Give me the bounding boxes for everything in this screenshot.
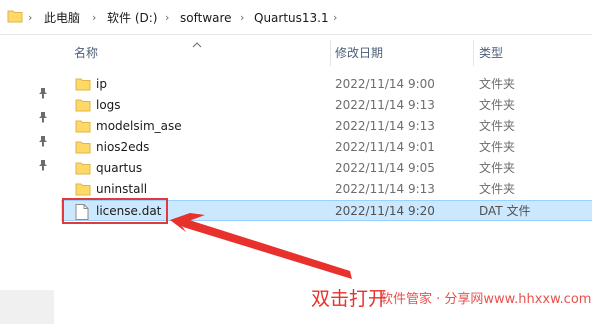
- annotation-caption: 双击打开: [311, 288, 388, 310]
- watermark: 软件管家 · 分享网www.hhxxw.com: [380, 292, 592, 307]
- annotation-arrow: [170, 213, 352, 279]
